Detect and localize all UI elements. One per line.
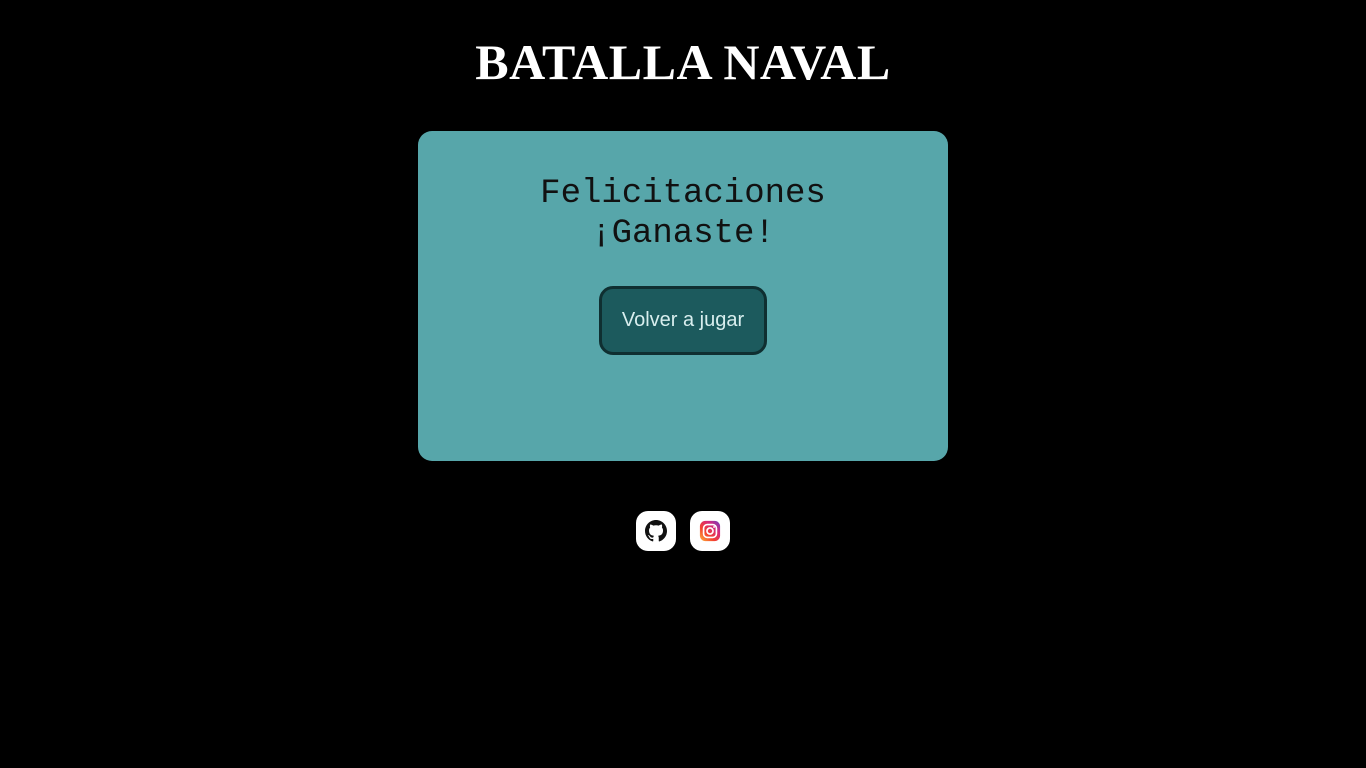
congrats-text: Felicitaciones xyxy=(540,175,826,213)
result-message: Felicitaciones ¡Ganaste! xyxy=(418,174,948,254)
play-again-button[interactable]: Volver a jugar xyxy=(599,286,767,355)
github-link[interactable] xyxy=(636,511,676,551)
page: BATALLA NAVAL Felicitaciones ¡Ganaste! V… xyxy=(0,0,1366,768)
instagram-link[interactable] xyxy=(690,511,730,551)
page-title: BATALLA NAVAL xyxy=(475,34,891,90)
instagram-icon xyxy=(699,520,721,542)
github-icon xyxy=(645,520,667,542)
win-text: ¡Ganaste! xyxy=(591,215,775,253)
